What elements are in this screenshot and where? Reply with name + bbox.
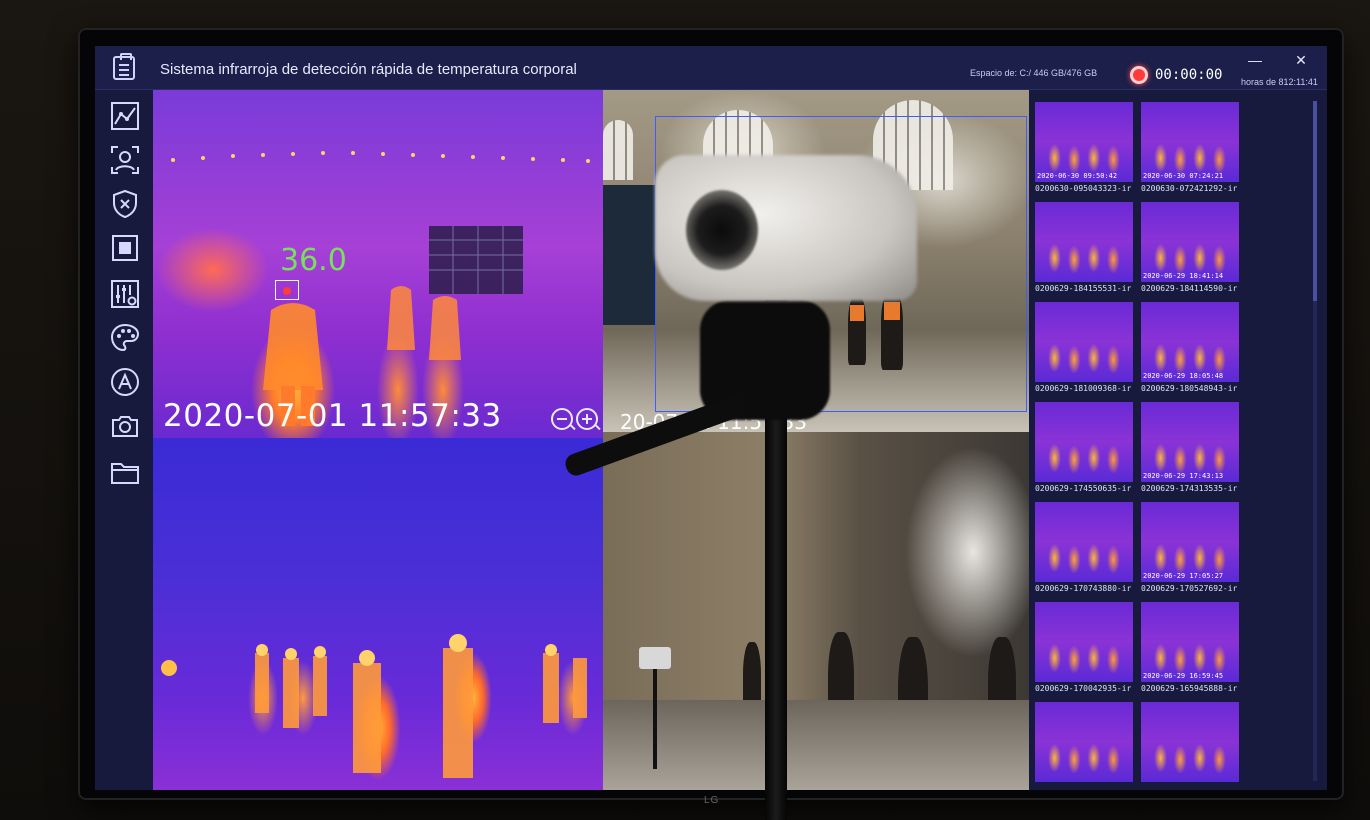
area-chart-icon <box>111 102 139 130</box>
snapshot-filename: 0200629-184114590-ir <box>1141 284 1238 293</box>
monitor-brand-logo: LG <box>704 795 720 806</box>
snapshot-timestamp: 2020-06-29 16:59:45 <box>1143 672 1224 680</box>
title-bar: Sistema infrarroja de detección rápida d… <box>95 46 1327 90</box>
snapshot-filename: 0200629-174550635-ir <box>1035 484 1132 493</box>
settings-sliders-icon <box>111 280 139 308</box>
kiosk-panel <box>603 185 655 325</box>
sidebar-item-statistics[interactable] <box>107 98 143 134</box>
snapshot-scroll-thumb[interactable] <box>1313 101 1317 301</box>
snapshot-thumbnail[interactable] <box>1035 602 1133 682</box>
sidebar <box>95 90 153 790</box>
disk-space-info: Espacio de: C:/ 446 GB/476 GB <box>970 68 1098 78</box>
zoom-out-button[interactable] <box>551 408 576 431</box>
person-silhouette <box>898 637 928 767</box>
thermal-timestamp: 2020-07-01 11:57:33 <box>163 398 502 434</box>
snapshot-thumbnail[interactable]: 2020-06-29 16:59:45 <box>1141 602 1239 682</box>
snapshot-thumbnail[interactable] <box>1141 702 1239 782</box>
snapshot-scrollbar[interactable] <box>1313 101 1317 781</box>
folder-icon <box>111 463 139 484</box>
stop-square-icon <box>112 235 138 261</box>
snapshot-timestamp: 2020-06-30 07:24:21 <box>1143 172 1224 180</box>
snapshot-thumbnail[interactable]: 2020-06-29 17:43:13 <box>1141 402 1239 482</box>
small-camera-device <box>639 647 671 669</box>
clipboard-app-icon <box>113 53 135 80</box>
record-button[interactable] <box>1130 66 1148 84</box>
thermal-crowd-graphics <box>161 634 587 778</box>
snapshot-thumbnail[interactable] <box>1035 202 1133 282</box>
snapshot-thumbnail[interactable]: 2020-06-29 18:05:48 <box>1141 302 1239 382</box>
snapshot-filename: 0200629-170042935-ir <box>1035 684 1132 693</box>
visible-camera-view-secondary[interactable] <box>603 432 1029 790</box>
snapshot-thumbnail[interactable]: 2020-06-29 17:05:27 <box>1141 502 1239 582</box>
snapshot-timestamp: 2020-06-30 09:50:42 <box>1037 172 1118 180</box>
app-title: Sistema infrarroja de detección rápida d… <box>160 61 577 78</box>
sidebar-item-palette[interactable] <box>107 320 143 356</box>
person-silhouette <box>743 642 761 722</box>
snapshot-thumbnail[interactable] <box>1035 302 1133 382</box>
snapshot-timestamp: 2020-06-29 17:43:13 <box>1143 472 1224 480</box>
snapshot-filename: 0200629-180548943-ir <box>1141 384 1238 393</box>
snapshot-filename: 0200629-181009368-ir <box>1035 384 1132 393</box>
snapshot-timestamp: 2020-06-29 17:05:27 <box>1143 572 1224 580</box>
snapshot-thumbnail[interactable] <box>1035 702 1133 782</box>
snapshot-filename: 0200630-095043323-ir <box>1035 184 1132 193</box>
camera-lens <box>686 190 758 270</box>
snapshot-thumbnail[interactable]: 2020-06-30 07:24:21 <box>1141 102 1239 182</box>
snapshot-timestamp: 2020-06-29 18:41:14 <box>1143 272 1224 280</box>
thermal-camera-view-main[interactable]: 36.0 2020-07-01 11:57:33 <box>153 90 603 438</box>
face-detect-icon <box>111 146 139 174</box>
snapshot-filename: 0200629-170743880-ir <box>1035 584 1132 593</box>
snapshot-filename: 0200629-184155531-ir <box>1035 284 1132 293</box>
record-timer: 00:00:00 <box>1155 67 1223 83</box>
zoom-in-button[interactable] <box>576 408 601 431</box>
person-silhouette <box>988 637 1016 747</box>
thermal-scene-graphics <box>171 151 590 426</box>
thermal-camera-view-secondary[interactable] <box>153 438 603 790</box>
sidebar-item-face-detection[interactable] <box>107 142 143 178</box>
small-tripod <box>653 669 657 769</box>
letter-a-icon <box>111 368 139 396</box>
snapshot-thumbnail[interactable] <box>1035 502 1133 582</box>
sidebar-item-folder[interactable] <box>107 454 143 490</box>
snapshot-thumbnail[interactable] <box>1035 402 1133 482</box>
sidebar-item-stop[interactable] <box>107 230 143 266</box>
hours-info: horas de 812:11:41 <box>1241 77 1318 87</box>
palette-icon <box>110 323 140 352</box>
sidebar-item-auto[interactable] <box>107 364 143 400</box>
snapshot-thumbnail[interactable]: 2020-06-30 09:50:42 <box>1035 102 1133 182</box>
camera-icon <box>112 416 138 437</box>
temperature-reading: 36.0 <box>280 243 347 278</box>
snapshot-filename: 0200629-165945888-ir <box>1141 684 1238 693</box>
person-silhouette <box>828 632 854 742</box>
station-arch-window <box>603 120 633 180</box>
snapshot-thumbnail[interactable]: 2020-06-29 18:41:14 <box>1141 202 1239 282</box>
snapshot-filename: 0200629-170527692-ir <box>1141 584 1238 593</box>
sidebar-item-capture[interactable] <box>107 408 143 444</box>
snapshot-timestamp: 2020-06-29 18:05:48 <box>1143 372 1224 380</box>
sidebar-item-shield[interactable] <box>107 186 143 222</box>
sidebar-item-settings[interactable] <box>107 276 143 312</box>
snapshot-filename: 0200630-072421292-ir <box>1141 184 1238 193</box>
snapshot-filename: 0200629-174313535-ir <box>1141 484 1238 493</box>
minimize-button[interactable]: — <box>1245 52 1265 68</box>
shield-x-icon <box>113 189 137 219</box>
close-button[interactable]: ✕ <box>1291 52 1311 69</box>
face-detection-box <box>275 280 299 300</box>
